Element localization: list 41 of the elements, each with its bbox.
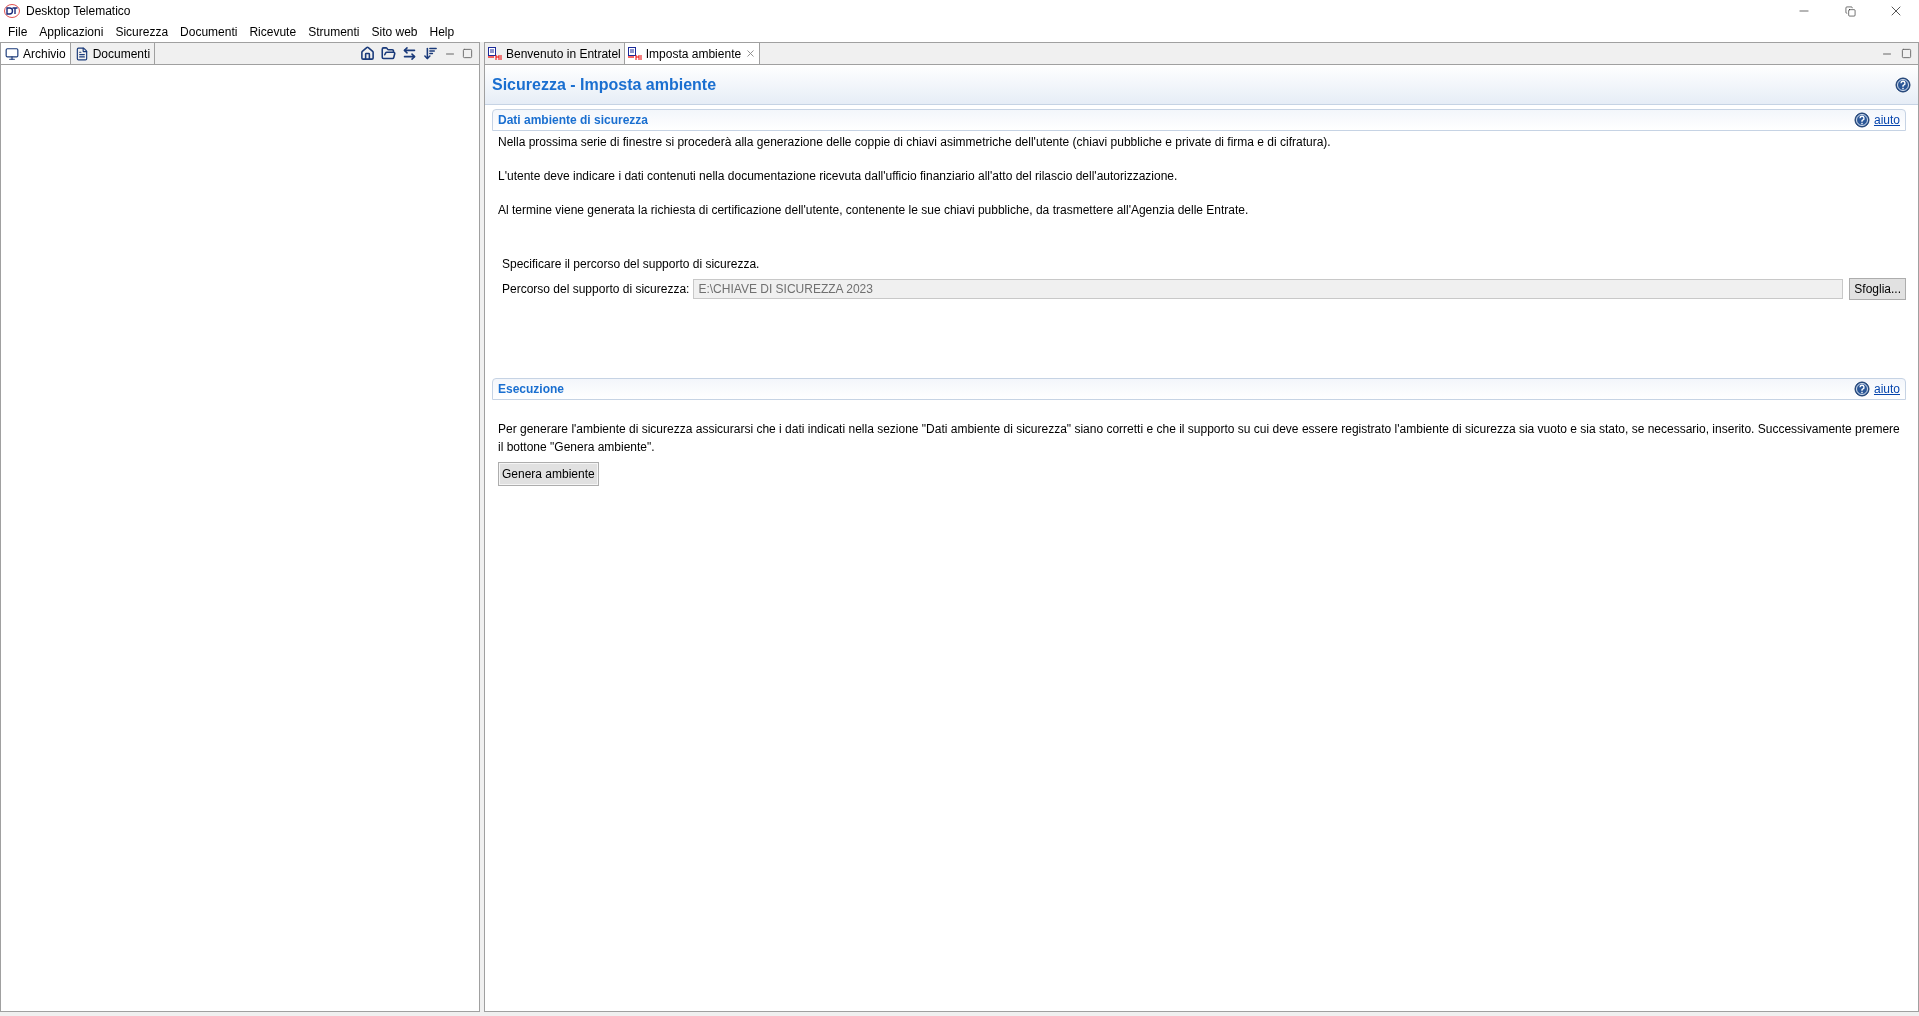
document-icon bbox=[627, 46, 642, 61]
help-link[interactable]: aiuto bbox=[1873, 111, 1900, 129]
section-title: Esecuzione bbox=[498, 381, 565, 398]
restore-icon[interactable] bbox=[1844, 5, 1856, 17]
swap-arrows-icon[interactable] bbox=[402, 46, 417, 61]
document-icon bbox=[74, 46, 89, 61]
help-icon[interactable] bbox=[1853, 112, 1870, 128]
description-text: Nella prossima serie di finestre si procederà alla generazione delle coppie di chiavi asimmetriche dell'utente (chiavi pubbliche e private di firma e di cifratura). bbox=[498, 134, 1332, 151]
menu-item[interactable]: Ricevute bbox=[243, 23, 303, 41]
panel-tab[interactable]: Archivio bbox=[1, 43, 71, 64]
browse-button[interactable]: Sfoglia... bbox=[1849, 278, 1906, 300]
menu-item[interactable]: Applicazioni bbox=[33, 23, 110, 41]
description-text: Al termine viene generata la richiesta di certificazione dell'utente, contenente le sue chiavi pubbliche, da trasmettere all'Agenzia delle Entrate. bbox=[498, 202, 1250, 219]
menu-item[interactable]: Sito web bbox=[365, 23, 424, 41]
maximize-icon[interactable] bbox=[462, 48, 473, 59]
editor-tab[interactable]: Benvenuto in Entratel bbox=[485, 43, 625, 64]
folder-icon[interactable] bbox=[381, 46, 396, 61]
close-icon[interactable] bbox=[745, 48, 757, 59]
app-logo-icon bbox=[4, 4, 20, 18]
home-icon[interactable] bbox=[360, 46, 375, 61]
section-title: Dati ambiente di sicurezza bbox=[498, 112, 649, 129]
menu-item[interactable]: Help bbox=[423, 23, 461, 41]
menu-item[interactable]: Sicurezza bbox=[109, 23, 175, 41]
window-title: Desktop Telematico bbox=[26, 3, 131, 20]
maximize-icon[interactable] bbox=[1901, 48, 1912, 59]
menu-item[interactable]: Strumenti bbox=[302, 23, 366, 41]
help-icon[interactable] bbox=[1853, 381, 1870, 397]
menu-item[interactable]: Documenti bbox=[174, 23, 244, 41]
field-label: Percorso del supporto di sicurezza: bbox=[502, 281, 690, 298]
computer-icon bbox=[5, 46, 19, 61]
document-icon bbox=[488, 46, 502, 61]
instruction-text: Per generare l'ambiente di sicurezza assicurarsi che i dati indicati nella sezione "Dati ambiente di sicurezza" siano corretti e che il supporto su cui deve essere registrato l'ambiente di sicurezza sia vuoto e sia stato, se necessario, inserito. Successivamente premere il bottone "Genera ambiente". bbox=[498, 421, 1901, 456]
help-link[interactable]: aiuto bbox=[1873, 380, 1900, 398]
instruction-text: Specificare il percorso del supporto di sicurezza. bbox=[501, 256, 761, 273]
help-icon[interactable] bbox=[1895, 76, 1911, 93]
editor-tab[interactable]: Imposta ambiente bbox=[624, 43, 761, 64]
generate-button[interactable]: Genera ambiente bbox=[498, 462, 599, 486]
menu-item[interactable]: File bbox=[2, 23, 34, 41]
sort-icon[interactable] bbox=[423, 46, 438, 61]
page-title: Sicurezza - Imposta ambiente bbox=[492, 74, 717, 95]
description-text: L'utente deve indicare i dati contenuti nella documentazione ricevuta dall'ufficio finanziario all'atto del rilascio dell'autorizzazione. bbox=[498, 168, 1179, 185]
